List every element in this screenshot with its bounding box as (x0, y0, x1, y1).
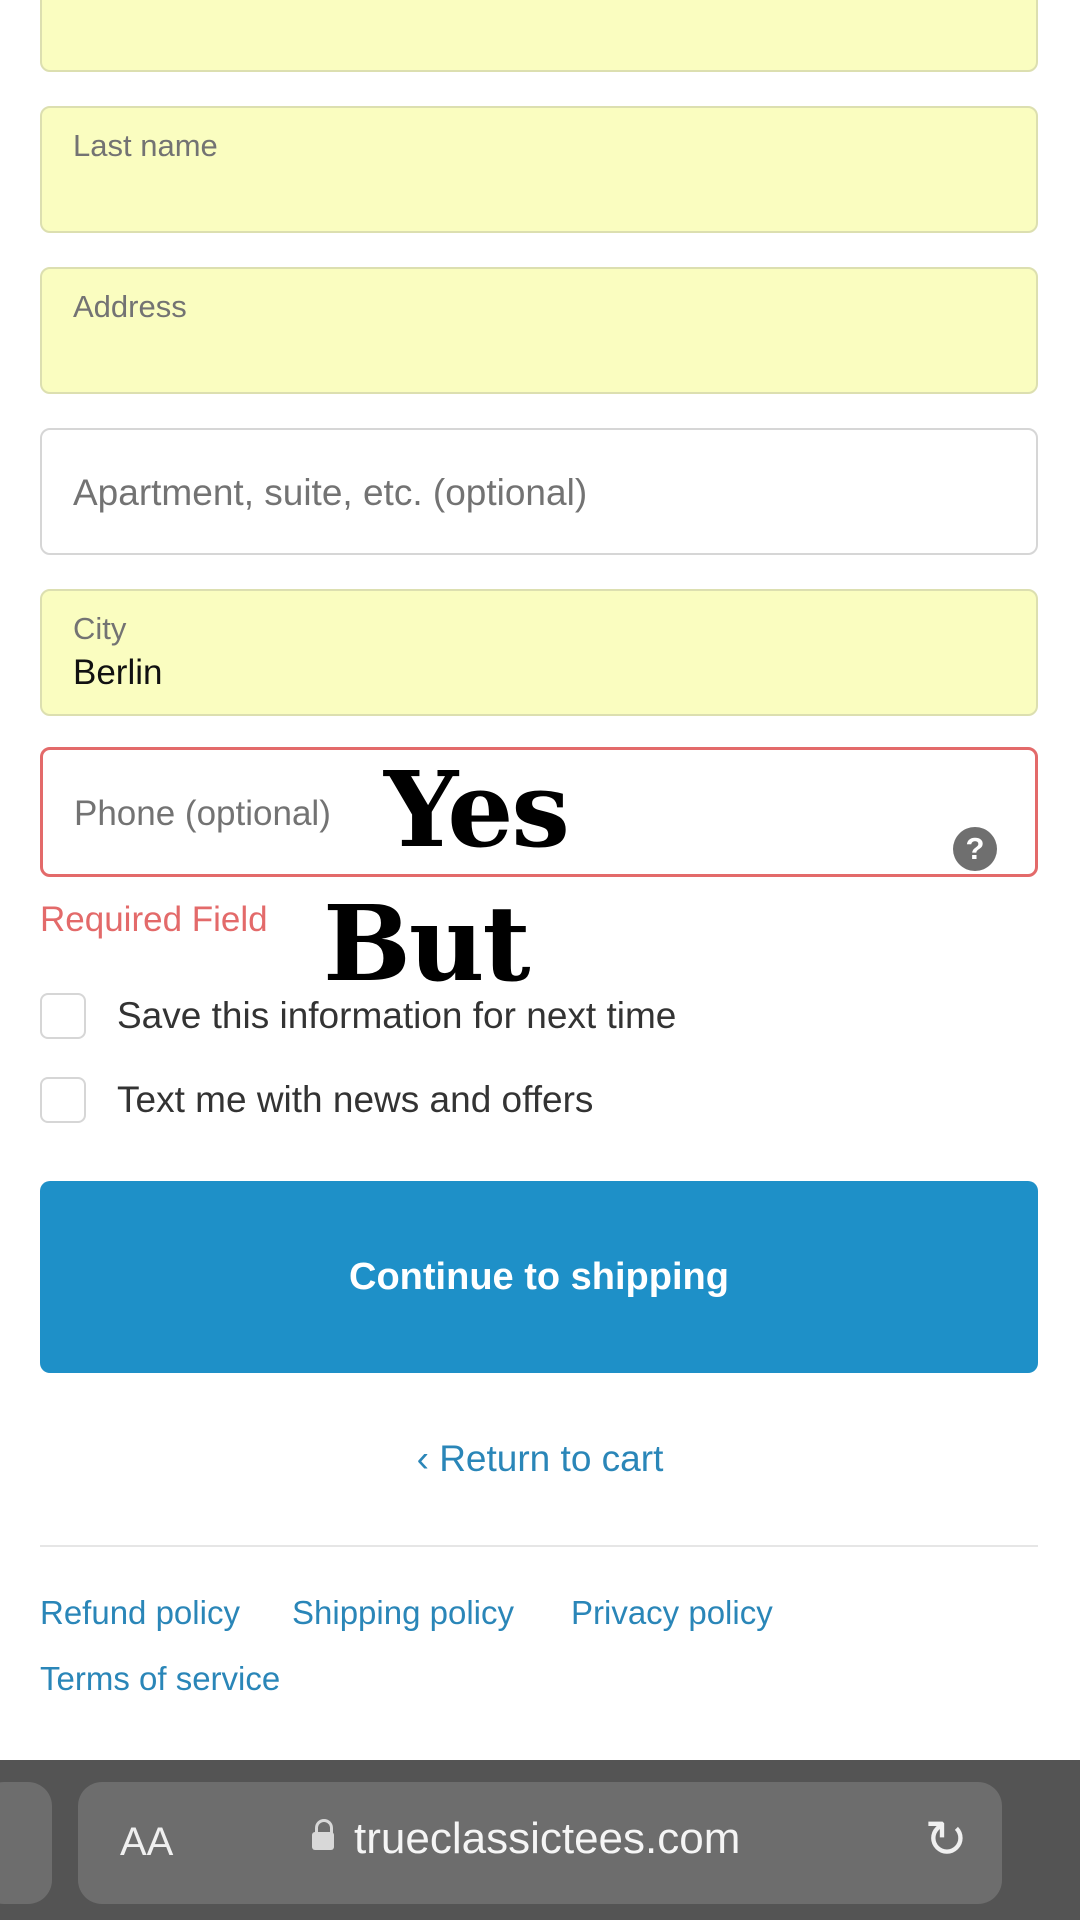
footer-divider (40, 1545, 1038, 1547)
apartment-placeholder: Apartment, suite, etc. (optional) (73, 472, 588, 513)
continue-to-shipping-button[interactable]: Continue to shipping (40, 1181, 1038, 1373)
city-value: Berlin (73, 653, 163, 692)
address-label: Address (73, 289, 187, 324)
save-info-checkbox[interactable] (40, 993, 86, 1039)
privacy-policy-link[interactable]: Privacy policy (571, 1594, 773, 1632)
address-bar[interactable]: AA trueclassictees.com ↻ (78, 1782, 1002, 1904)
text-size-button[interactable]: AA (120, 1820, 173, 1865)
address-field[interactable]: Address (40, 267, 1038, 394)
lock-icon (312, 1819, 334, 1850)
shipping-policy-link[interactable]: Shipping policy (292, 1594, 514, 1632)
help-icon[interactable]: ? (953, 827, 997, 871)
first-name-field[interactable] (40, 0, 1038, 72)
text-offers-checkbox[interactable] (40, 1077, 86, 1123)
return-to-cart-link[interactable]: ‹ Return to cart (0, 1438, 1080, 1480)
reload-icon[interactable]: ↻ (924, 1810, 968, 1870)
refund-policy-link[interactable]: Refund policy (40, 1594, 240, 1632)
url-text: trueclassictees.com (354, 1814, 741, 1863)
last-name-label: Last name (73, 128, 218, 163)
meme-text-yes: Yes (384, 748, 570, 871)
terms-of-service-link[interactable]: Terms of service (40, 1660, 280, 1698)
text-offers-label[interactable]: Text me with news and offers (117, 1079, 593, 1121)
browser-toolbar: AA trueclassictees.com ↻ (0, 1760, 1080, 1920)
last-name-field[interactable]: Last name (40, 106, 1038, 233)
meme-text-but: But (323, 882, 531, 1005)
required-field-error: Required Field (40, 900, 268, 939)
apartment-field[interactable]: Apartment, suite, etc. (optional) (40, 428, 1038, 555)
phone-placeholder: Phone (optional) (74, 794, 331, 833)
city-field[interactable]: City Berlin (40, 589, 1038, 716)
previous-tab[interactable] (0, 1782, 52, 1904)
city-label: City (73, 611, 127, 646)
save-info-label[interactable]: Save this information for next time (117, 995, 676, 1037)
